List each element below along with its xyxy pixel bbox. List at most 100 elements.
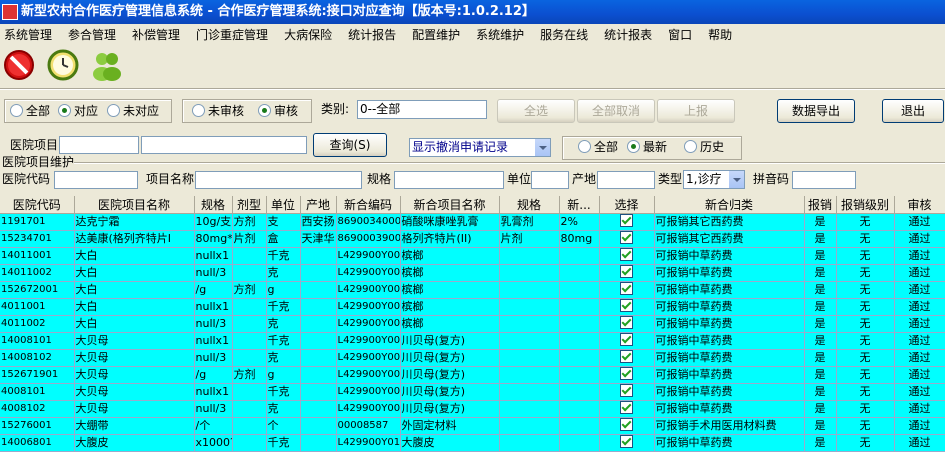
select-checkbox[interactable] (620, 350, 633, 363)
report-button[interactable]: 上报 (657, 99, 735, 123)
select-checkbox[interactable] (620, 248, 633, 261)
table-row[interactable]: 14008102 大贝母 null/3 克 L429900Y00 川贝母(复方) 可报销中草… (0, 349, 945, 367)
menu-item[interactable]: 帮助 (704, 25, 732, 45)
exit-button[interactable]: 退出 (882, 99, 944, 123)
table-row[interactable]: 4011002 大白 null/3 克 L429900Y00 槟榔 可报销中草药费是无通过 (0, 315, 945, 333)
radio-record-all[interactable]: 全部 (578, 140, 618, 154)
chevron-down-icon[interactable] (728, 171, 744, 188)
column-header[interactable]: 医院代码 (0, 196, 75, 214)
type-select[interactable]: 1,诊疗 (683, 170, 745, 189)
table-cell[interactable] (599, 264, 655, 282)
table-cell[interactable] (599, 417, 655, 435)
column-header[interactable]: 规格 (499, 196, 560, 214)
select-checkbox[interactable] (620, 435, 633, 448)
menu-item[interactable]: 系统管理 (0, 25, 52, 45)
select-checkbox[interactable] (620, 316, 633, 329)
select-all-button[interactable]: 全选 (497, 99, 575, 123)
column-header[interactable]: 规格 (194, 196, 233, 214)
chevron-down-icon[interactable] (534, 139, 550, 156)
menu-item[interactable]: 参合管理 (64, 25, 116, 45)
table-cell[interactable] (599, 349, 655, 367)
column-header[interactable]: 单位 (266, 196, 301, 214)
table-row[interactable]: 14008101 大贝母 nullx1 千克 L429900Y00 川贝母(复方) 可报销中… (0, 332, 945, 350)
select-checkbox[interactable] (620, 384, 633, 397)
table-row[interactable]: 1191701 达克宁霜 10g/支 方剂支西安扬 8690034000 硝酸咪康唑乳膏乳… (0, 213, 945, 231)
pinyin-input[interactable] (792, 171, 856, 189)
select-checkbox[interactable] (620, 265, 633, 278)
menu-item[interactable]: 配置维护 (408, 25, 460, 45)
hospital-item-name-input[interactable] (141, 136, 307, 154)
users-icon[interactable] (90, 48, 124, 82)
column-header[interactable]: 审核 (894, 196, 945, 214)
item-name-input[interactable] (195, 171, 362, 189)
table-cell[interactable] (599, 281, 655, 299)
column-header[interactable]: 选择 (599, 196, 655, 214)
select-checkbox[interactable] (620, 231, 633, 244)
menu-item[interactable]: 大病保险 (280, 25, 332, 45)
table-cell[interactable] (599, 366, 655, 384)
export-button[interactable]: 数据导出 (777, 99, 855, 123)
radio-record-latest[interactable]: 最新 (627, 140, 667, 154)
table-row[interactable]: 152671901 大贝母/g 方剂 g L429900Y00 川贝母(复方) 可报销中草药… (0, 366, 945, 384)
column-header[interactable]: 新合编码 (336, 196, 401, 214)
table-row[interactable]: 14006801 大腹皮 x1000? 千克 L429900Y01 大腹皮 可报销中草药费是… (0, 434, 945, 452)
radio-audited[interactable]: 审核 (258, 104, 298, 118)
column-header[interactable]: 产地 (300, 196, 337, 214)
category-select[interactable]: 0--全部 (357, 100, 487, 119)
menu-item[interactable]: 服务在线 (536, 25, 588, 45)
radio-match-matched[interactable]: 对应 (58, 104, 98, 118)
menu-item[interactable]: 系统维护 (472, 25, 524, 45)
menu-item[interactable]: 窗口 (664, 25, 692, 45)
select-checkbox[interactable] (620, 367, 633, 380)
clock-icon[interactable] (46, 48, 80, 82)
table-cell[interactable] (599, 213, 655, 231)
table-cell[interactable] (599, 383, 655, 401)
table-row[interactable]: 15234701达美康(格列齐特片I80mg*6片剂盒天津华8690003900… (0, 230, 945, 248)
table-cell: 4008102 (0, 400, 75, 418)
table-row[interactable]: 4008101 大贝母 nullx1 千克 L429900Y00 川贝母(复方) 可报销中草… (0, 383, 945, 401)
hospital-code-input[interactable] (54, 171, 138, 189)
deselect-all-button[interactable]: 全部取消 (577, 99, 655, 123)
column-header[interactable]: 新合项目名称 (400, 196, 500, 214)
table-row[interactable]: 15276001 大绷带/个 个 00008587 外固定材料 可报销手术用医用材料费是无… (0, 417, 945, 435)
column-header[interactable]: 报销 (804, 196, 837, 214)
select-checkbox[interactable] (620, 418, 633, 431)
table-row[interactable]: 152672001 大白/g 方剂 g L429900Y00 槟榔 可报销中草药费是无通过 (0, 281, 945, 299)
select-checkbox[interactable] (620, 282, 633, 295)
table-cell[interactable] (599, 247, 655, 265)
revoke-display-select[interactable]: 显示撤消申请记录 (409, 138, 551, 157)
table-cell[interactable] (599, 230, 655, 248)
query-button[interactable]: 查询(S) (313, 133, 387, 157)
column-header[interactable]: 剂型 (232, 196, 267, 214)
hospital-item-code-input[interactable] (59, 136, 139, 154)
select-checkbox[interactable] (620, 333, 633, 346)
table-row[interactable]: 14011001 大白 nullx1 千克 L429900Y00 槟榔 可报销中草药费是无通… (0, 247, 945, 265)
table-cell[interactable] (599, 434, 655, 452)
stop-icon[interactable] (2, 48, 36, 82)
menu-item[interactable]: 统计报告 (344, 25, 396, 45)
menu-item[interactable]: 统计报表 (600, 25, 652, 45)
column-header[interactable]: 报销级别 (836, 196, 895, 214)
radio-match-unmatched[interactable]: 未对应 (107, 104, 159, 118)
menu-item[interactable]: 门诊重症管理 (192, 25, 268, 45)
column-header[interactable]: 新... (559, 196, 600, 214)
radio-match-all[interactable]: 全部 (10, 104, 50, 118)
column-header[interactable]: 医院项目名称 (74, 196, 195, 214)
menu-item[interactable]: 补偿管理 (128, 25, 180, 45)
radio-unaudited[interactable]: 未审核 (192, 104, 244, 118)
table-row[interactable]: 14011002 大白 null/3 克 L429900Y00 槟榔 可报销中草药费是无通过 (0, 264, 945, 282)
table-row[interactable]: 4011001 大白 nullx1 千克 L429900Y00 槟榔 可报销中草药费是无通过 (0, 298, 945, 316)
table-cell[interactable] (599, 298, 655, 316)
select-checkbox[interactable] (620, 214, 633, 227)
table-row[interactable]: 4008102 大贝母 null/3 克 L429900Y00 川贝母(复方) 可报销中草药… (0, 400, 945, 418)
table-cell[interactable] (599, 332, 655, 350)
radio-record-history[interactable]: 历史 (684, 140, 724, 154)
origin-input[interactable] (597, 171, 655, 189)
table-cell[interactable] (599, 400, 655, 418)
select-checkbox[interactable] (620, 401, 633, 414)
spec-input[interactable] (394, 171, 504, 189)
table-cell[interactable] (599, 315, 655, 333)
unit-input[interactable] (531, 171, 569, 189)
select-checkbox[interactable] (620, 299, 633, 312)
column-header[interactable]: 新合归类 (654, 196, 805, 214)
